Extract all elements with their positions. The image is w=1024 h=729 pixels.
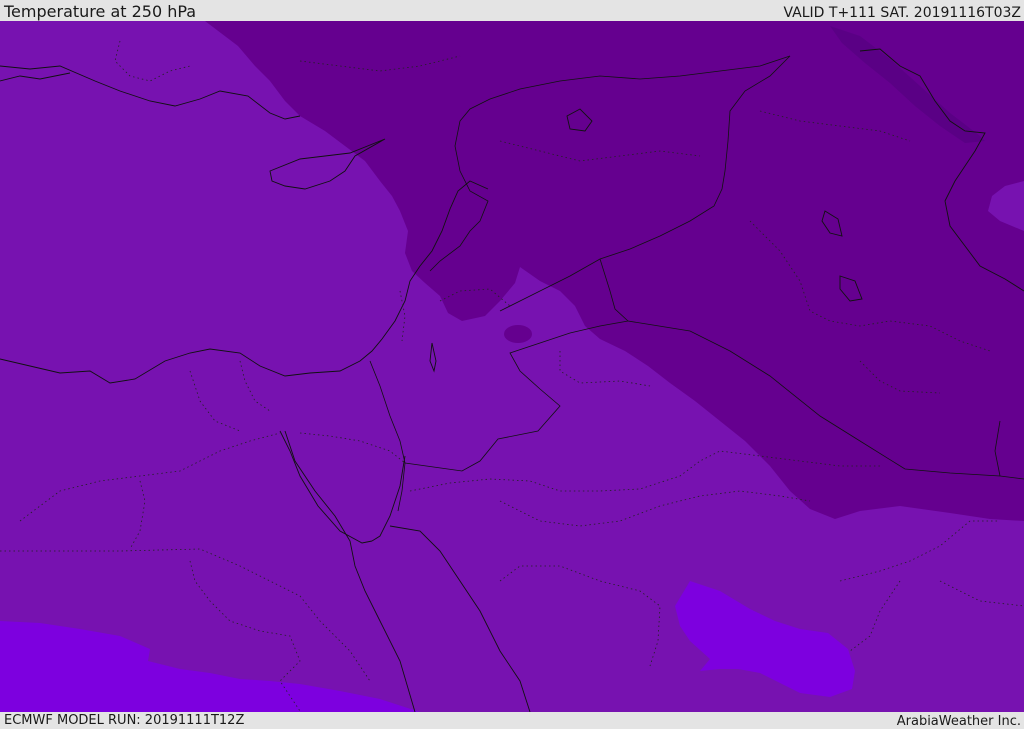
temperature-map[interactable] — [0, 21, 1024, 712]
model-run: ECMWF MODEL RUN: 20191111T12Z — [4, 713, 245, 728]
cold-patch — [504, 325, 532, 343]
valid-time: VALID T+111 SAT. 20191116T03Z — [783, 5, 1021, 21]
footer-bar: ECMWF MODEL RUN: 20191111T12Z ArabiaWeat… — [0, 712, 1024, 729]
header-bar: Temperature at 250 hPa VALID T+111 SAT. … — [0, 0, 1024, 21]
map-canvas — [0, 21, 1024, 712]
credit: ArabiaWeather Inc. — [896, 714, 1021, 729]
map-title: Temperature at 250 hPa — [4, 2, 197, 21]
